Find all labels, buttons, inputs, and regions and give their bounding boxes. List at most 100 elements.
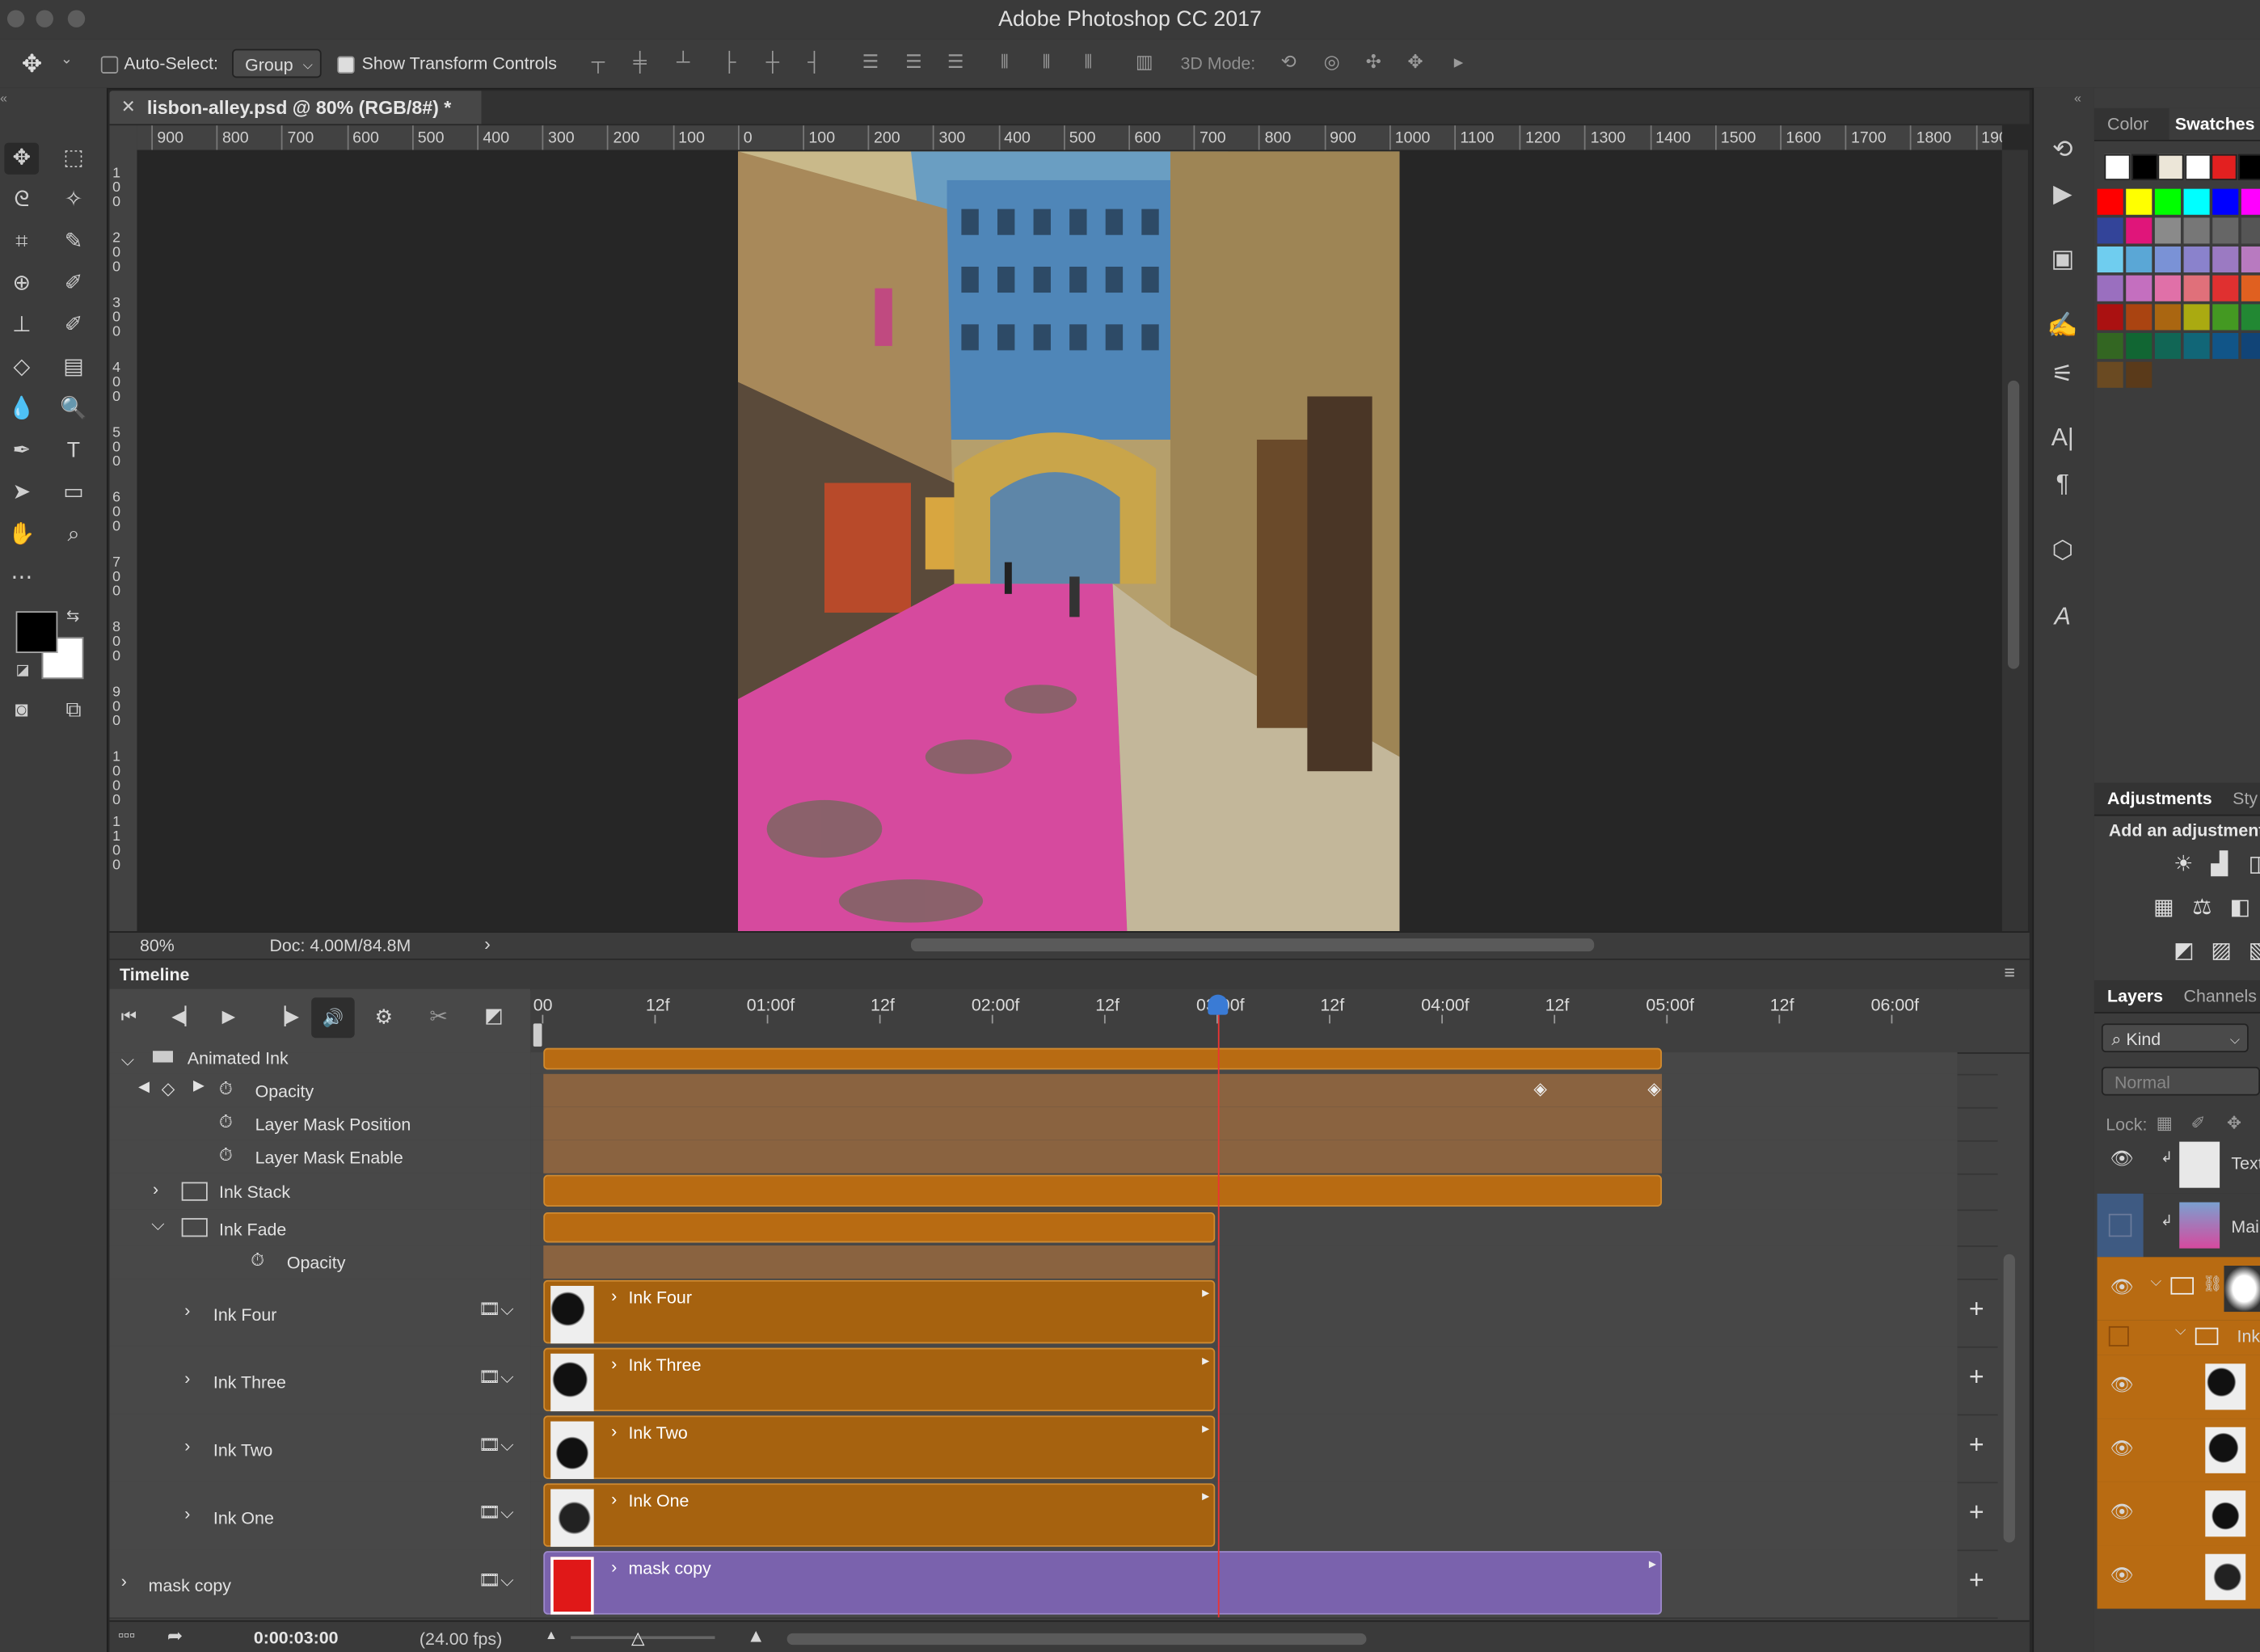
color-swatch[interactable] [2097, 246, 2123, 273]
timeline-title[interactable]: Timeline [120, 964, 189, 984]
align-left-icon[interactable]: ├ [719, 51, 740, 72]
chevron-down-icon[interactable]: ⌵ [151, 1214, 164, 1236]
hand-tool-icon[interactable]: ✋ [4, 519, 39, 550]
current-time[interactable]: 0:00:03:00 [254, 1628, 339, 1648]
group-clip-bar[interactable] [543, 1174, 1663, 1207]
gradient-map-adjustment-icon[interactable]: ▨ [2211, 937, 2231, 963]
zoom-in-mountain-icon[interactable]: ▲ [747, 1625, 765, 1646]
video-clip[interactable]: › Ink One ▸ [543, 1483, 1216, 1547]
stopwatch-icon[interactable]: ⏱ [219, 1078, 233, 1100]
chevron-right-icon[interactable]: › [611, 1557, 617, 1577]
healing-brush-tool-icon[interactable]: ⊕ [4, 268, 39, 300]
layer-row[interactable]: 👁 [2097, 1355, 2260, 1420]
layer-row[interactable]: 👁 [2097, 1418, 2260, 1484]
color-swatch[interactable] [2126, 246, 2152, 273]
selective-color-adjustment-icon[interactable]: ▧ [2249, 937, 2260, 963]
brightness-adjustment-icon[interactable]: ☀ [2174, 850, 2193, 876]
tab-color[interactable]: Color [2107, 114, 2148, 134]
color-swatch[interactable] [2154, 275, 2181, 301]
align-top-icon[interactable]: ┬ [588, 51, 609, 72]
panel-menu-icon[interactable]: ≡ [2004, 962, 2015, 984]
brush-tool-icon[interactable]: ✐ [57, 268, 91, 300]
layer-row[interactable]: ⌵ Ink [2097, 1320, 2260, 1357]
film-strip-icon[interactable]: 🎞⌵ [479, 1299, 513, 1321]
visibility-toggle[interactable] [2108, 1325, 2129, 1346]
chevron-down-icon[interactable]: ⌵ [2151, 1275, 2162, 1291]
align-hcenter-icon[interactable]: ┼ [762, 51, 782, 72]
path-selection-tool-icon[interactable]: ➤ [4, 477, 39, 508]
color-swatch[interactable] [2126, 333, 2152, 360]
3d-orbit-icon[interactable]: ⟲ [1279, 51, 1299, 72]
chevron-right-icon[interactable]: › [611, 1489, 617, 1509]
color-swatch[interactable] [2183, 188, 2210, 215]
document-canvas-image[interactable] [737, 151, 1400, 932]
track-ink-three[interactable]: › Ink Three 🎞⌵ › Ink Three ▸ + [109, 1346, 1998, 1416]
character-panel-icon[interactable]: A| [2032, 424, 2093, 453]
next-keyframe-icon[interactable]: ▶ [193, 1078, 204, 1094]
timeline-vertical-scroll-thumb[interactable] [2003, 1254, 2015, 1543]
chevron-right-icon[interactable]: › [121, 1571, 127, 1591]
color-swatch[interactable] [2097, 304, 2123, 331]
color-swatch[interactable] [2241, 304, 2260, 331]
property-layer-mask-enable[interactable]: ⏱ Layer Mask Enable [109, 1140, 1998, 1175]
playhead-handle[interactable] [1208, 994, 1229, 1015]
playhead-line[interactable] [1217, 997, 1220, 1618]
zoom-slider-thumb[interactable]: △ [631, 1628, 644, 1648]
play-icon[interactable]: ▶ [222, 1006, 235, 1026]
video-clip[interactable]: › Ink Two ▸ [543, 1415, 1216, 1479]
color-swatch[interactable] [2183, 217, 2210, 244]
color-swatch[interactable] [2154, 304, 2181, 331]
layer-kind-filter[interactable]: ⌕ Kind ⌵ [2101, 1023, 2249, 1053]
add-keyframe-icon[interactable]: ◇ [162, 1078, 175, 1098]
close-tab-icon[interactable]: ✕ [121, 97, 136, 117]
align-bottom-icon[interactable]: ┴ [673, 51, 694, 72]
timeline-horizontal-scroll-thumb[interactable] [786, 1633, 1367, 1646]
canvas-vertical-scrollbar[interactable] [2001, 150, 2028, 932]
film-strip-icon[interactable]: 🎞⌵ [479, 1367, 513, 1389]
zoom-out-mountain-icon[interactable]: ▲ [545, 1628, 558, 1642]
show-transform-checkbox[interactable] [337, 53, 355, 74]
color-swatch[interactable] [2241, 275, 2260, 301]
3d-pan-icon[interactable]: ✣ [1364, 51, 1384, 72]
color-swatch[interactable] [2241, 188, 2260, 215]
color-swatch[interactable] [2183, 333, 2210, 360]
tab-styles[interactable]: Sty [2233, 789, 2258, 809]
eyedropper-tool-icon[interactable]: ✎ [57, 226, 91, 258]
align-right-icon[interactable]: ┤ [804, 51, 824, 72]
next-frame-icon[interactable]: ▕▶ [272, 1006, 299, 1026]
layer-row[interactable]: 👁 [2097, 1545, 2260, 1611]
color-swatch[interactable] [2212, 304, 2239, 331]
default-colors-icon[interactable]: ◪ [16, 663, 30, 679]
layer-row[interactable]: 👁 [2097, 1481, 2260, 1547]
go-to-first-frame-icon[interactable]: ⏮ [121, 1006, 137, 1028]
glyphs-panel-icon[interactable]: A [2032, 603, 2093, 632]
eye-icon[interactable]: 👁 [2110, 1148, 2134, 1171]
chevron-right-icon[interactable]: › [611, 1422, 617, 1442]
chevron-right-icon[interactable]: › [184, 1503, 190, 1523]
eye-icon[interactable]: 👁 [2110, 1564, 2134, 1587]
chevron-right-icon[interactable]: › [484, 933, 491, 955]
swap-colors-icon[interactable]: ⇆ [66, 607, 79, 626]
doc-size[interactable]: Doc: 4.00M/84.8M [269, 936, 411, 956]
split-scissors-icon[interactable]: ✂ [429, 1003, 447, 1029]
lock-transparent-icon[interactable]: ▦ [2157, 1113, 2173, 1133]
tab-adjustments[interactable]: Adjustments [2107, 789, 2212, 809]
3d-slide-icon[interactable]: ✥ [1406, 51, 1426, 72]
chevron-right-icon[interactable]: › [611, 1286, 617, 1306]
add-media-icon[interactable]: + [1969, 1498, 1984, 1528]
eraser-tool-icon[interactable]: ◇ [4, 352, 39, 383]
lock-position-icon[interactable]: ✥ [2227, 1113, 2241, 1133]
crop-tool-icon[interactable]: ⌗ [4, 226, 39, 258]
distribute-vcenter-icon[interactable]: ☰ [904, 51, 924, 72]
track-mask-copy[interactable]: › mask copy 🎞⌵ › mask copy ▸ + [109, 1549, 1998, 1619]
chevron-down-icon[interactable]: ⌄ [61, 52, 73, 68]
track-ink-four[interactable]: › Ink Four 🎞⌵ › Ink Four ▸ + [109, 1279, 1998, 1348]
align-vcenter-icon[interactable]: ╪ [630, 51, 650, 72]
color-swatch[interactable] [2131, 154, 2157, 180]
clip-menu-icon[interactable]: ▸ [1202, 1489, 1209, 1505]
stopwatch-icon[interactable]: ⏱ [219, 1144, 233, 1166]
color-balance-adjustment-icon[interactable]: ⚖ [2192, 894, 2212, 920]
vertical-ruler[interactable]: 100 200 300 400 500 600 700 800 900 1000 1100 [109, 150, 139, 932]
property-fade-opacity[interactable]: ⏱ Opacity [109, 1245, 1998, 1280]
collapse-icon[interactable]: « [0, 91, 7, 105]
